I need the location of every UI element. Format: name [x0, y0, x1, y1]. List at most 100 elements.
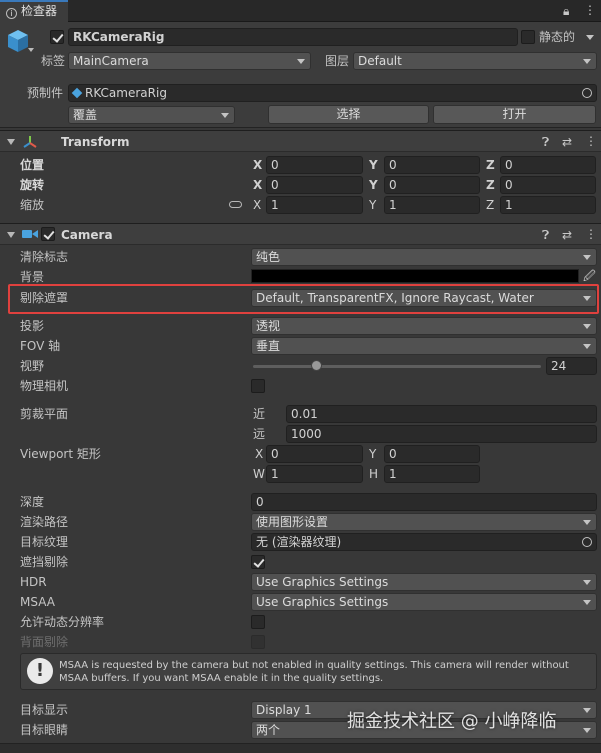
clear-flags-dropdown[interactable]: 纯色	[251, 248, 597, 266]
rotation-label: 旋转	[20, 178, 45, 192]
layer-value: Default	[358, 54, 402, 68]
overrides-dropdown[interactable]: 覆盖	[68, 106, 235, 124]
chevron-down-icon	[583, 59, 591, 64]
icon-dropdown-arrow[interactable]	[28, 48, 34, 52]
tab-inspector[interactable]: i 检查器	[0, 0, 68, 22]
near-label[interactable]: 近	[253, 405, 265, 423]
preset-sliders-icon[interactable]: ⇄	[562, 135, 572, 149]
fov-slider-track[interactable]	[253, 365, 541, 368]
near-field[interactable]: 0.01	[286, 405, 597, 423]
fov-axis-dropdown[interactable]: 垂直	[251, 337, 597, 355]
projection-label: 投影	[20, 319, 45, 333]
axis-y-label[interactable]: Y	[369, 445, 376, 463]
scale-x-field[interactable]: 1	[266, 196, 363, 214]
preset-sliders-icon[interactable]: ⇄	[562, 228, 572, 242]
axis-z-label[interactable]: Z	[486, 156, 495, 174]
tag-dropdown[interactable]: MainCamera	[68, 52, 311, 70]
target-texture-value: 无 (渲染器纹理)	[256, 535, 342, 549]
scale-y-field[interactable]: 1	[384, 196, 480, 214]
viewport-x-field[interactable]: 0	[266, 445, 363, 463]
constrain-proportions-icon[interactable]	[229, 201, 242, 208]
prefab-field[interactable]: RKCameraRig	[68, 84, 597, 102]
axis-x-label[interactable]: X	[253, 176, 262, 194]
viewport-h-field[interactable]: 1	[384, 465, 480, 483]
far-field[interactable]: 1000	[286, 425, 597, 443]
tag-value: MainCamera	[73, 54, 149, 68]
object-picker-icon[interactable]	[582, 537, 592, 547]
msaa-dropdown[interactable]: Use Graphics Settings	[251, 593, 597, 611]
occlusion-culling-checkbox[interactable]	[251, 555, 265, 569]
object-picker-icon[interactable]	[582, 88, 592, 98]
context-menu-icon[interactable]: ⋮	[585, 134, 597, 148]
position-y-field[interactable]: 0	[384, 156, 480, 174]
target-display-value: Display 1	[256, 703, 312, 717]
camera-icon	[22, 230, 38, 238]
axis-x-label[interactable]: X	[255, 445, 263, 463]
tag-label: 标签	[41, 54, 66, 68]
rotation-z-field[interactable]: 0	[500, 176, 596, 194]
target-texture-field[interactable]: 无 (渲染器纹理)	[251, 533, 597, 551]
culling-mask-dropdown[interactable]: Default, TransparentFX, Ignore Raycast, …	[251, 289, 597, 307]
more-menu-icon[interactable]: ⋮	[584, 3, 596, 17]
position-x-field[interactable]: 0	[266, 156, 363, 174]
rotation-y-field[interactable]: 0	[384, 176, 480, 194]
dynamic-resolution-checkbox[interactable]	[251, 615, 265, 629]
h-label[interactable]: H	[369, 465, 378, 483]
physical-camera-checkbox[interactable]	[251, 379, 265, 393]
gameobject-cube-icon[interactable]	[6, 28, 30, 54]
foldout-arrow-icon[interactable]	[7, 139, 15, 145]
tab-bar: i 检查器 🔒︎ ⋮	[0, 0, 601, 22]
axis-y-label[interactable]: Y	[369, 176, 378, 194]
physical-camera-label: 物理相机	[20, 379, 69, 393]
axis-x-label[interactable]: X	[253, 156, 262, 174]
msaa-warning-box: ! MSAA is requested by the camera but no…	[20, 653, 597, 690]
eyedropper-icon[interactable]: 🖉︎	[583, 269, 596, 283]
active-checkbox[interactable]	[50, 30, 64, 44]
rendering-path-value: 使用图形设置	[256, 515, 329, 529]
projection-dropdown[interactable]: 透视	[251, 317, 597, 335]
position-z-field[interactable]: 0	[500, 156, 596, 174]
w-label[interactable]: W	[253, 465, 265, 483]
viewport-y-field[interactable]: 0	[384, 445, 480, 463]
background-color-swatch[interactable]	[251, 269, 579, 283]
fov-value-field[interactable]: 24	[546, 357, 597, 375]
rotation-x-field[interactable]: 0	[266, 176, 363, 194]
rendering-path-dropdown[interactable]: 使用图形设置	[251, 513, 597, 531]
depth-label: 深度	[20, 495, 45, 509]
chevron-down-icon	[583, 255, 591, 260]
viewport-w-field[interactable]: 1	[266, 465, 363, 483]
overrides-label: 覆盖	[73, 108, 98, 122]
lock-icon[interactable]: 🔒︎	[563, 4, 569, 18]
context-menu-icon[interactable]: ⋮	[585, 227, 597, 241]
object-name-field[interactable]: RKCameraRig	[68, 28, 518, 46]
prefab-cube-icon	[71, 87, 83, 99]
clear-flags-value: 纯色	[256, 250, 281, 264]
fov-slider-thumb[interactable]	[311, 360, 323, 371]
axis-y-label[interactable]: Y	[369, 196, 376, 214]
layer-dropdown[interactable]: Default	[353, 52, 597, 70]
foldout-arrow-icon[interactable]	[7, 232, 15, 238]
axis-y-label[interactable]: Y	[369, 156, 378, 174]
prefab-label: 预制件	[27, 86, 64, 100]
clipping-planes-label: 剪裁平面	[20, 407, 69, 421]
axis-x-label[interactable]: X	[253, 196, 261, 214]
chevron-down-icon	[221, 113, 229, 118]
axis-z-label[interactable]: Z	[486, 196, 494, 214]
hdr-dropdown[interactable]: Use Graphics Settings	[251, 573, 597, 591]
depth-field[interactable]: 0	[251, 493, 597, 511]
static-dropdown-arrow[interactable]	[586, 35, 594, 40]
help-icon[interactable]: ❓︎	[542, 228, 549, 242]
camera-enabled-checkbox[interactable]	[41, 227, 55, 241]
chevron-down-icon	[583, 520, 591, 525]
target-texture-label: 目标纹理	[20, 535, 69, 549]
far-label[interactable]: 远	[253, 425, 265, 443]
camera-title: Camera	[61, 228, 113, 242]
msaa-label: MSAA	[20, 595, 55, 609]
open-button[interactable]: 打开	[433, 105, 596, 124]
select-button[interactable]: 选择	[268, 105, 429, 124]
scale-z-field[interactable]: 1	[500, 196, 596, 214]
axis-z-label[interactable]: Z	[486, 176, 495, 194]
static-checkbox[interactable]	[521, 30, 535, 44]
fov-axis-label: FOV 轴	[20, 339, 61, 353]
help-icon[interactable]: ❓︎	[542, 135, 549, 149]
